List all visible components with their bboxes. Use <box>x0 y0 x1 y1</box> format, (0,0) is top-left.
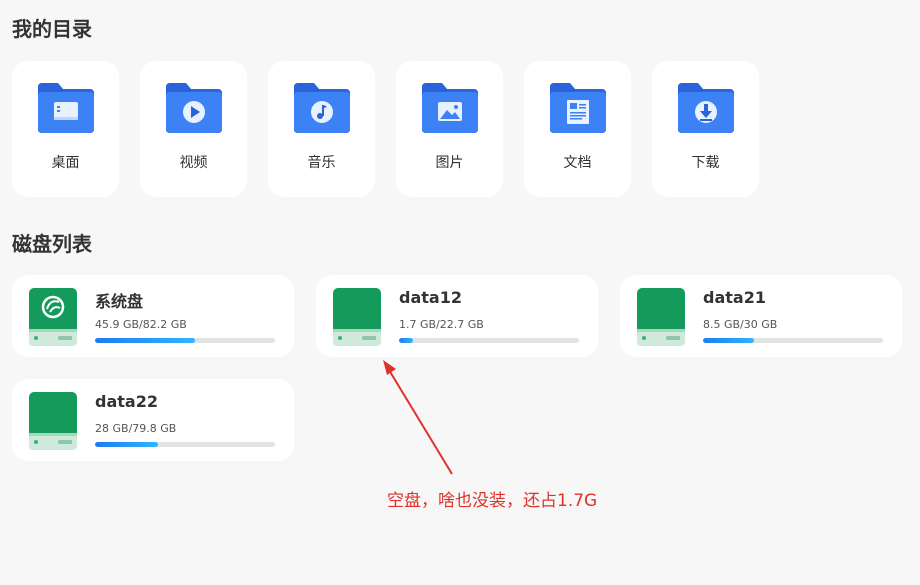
disk-usage-fill <box>399 338 413 343</box>
system-disk-icon <box>29 288 77 346</box>
dir-label: 下载 <box>691 155 720 171</box>
dir-card-video[interactable]: 视频 <box>140 61 247 197</box>
disk-name: 系统盘 <box>95 292 144 311</box>
disk-card-system[interactable]: 系统盘 45.9 GB/82.2 GB <box>12 275 294 357</box>
disk-usage: 8.5 GB/30 GB <box>703 318 778 331</box>
hard-drive-icon <box>29 392 77 450</box>
disk-usage-bar <box>703 338 883 343</box>
dir-label: 桌面 <box>51 155 80 171</box>
disk-usage-bar <box>95 338 275 343</box>
disk-name: data21 <box>703 288 766 307</box>
directories-title: 我的目录 <box>12 17 92 41</box>
disk-usage-fill <box>703 338 754 343</box>
pictures-folder-icon <box>421 83 478 133</box>
video-folder-icon <box>165 83 222 133</box>
desktop-folder-icon <box>37 83 94 133</box>
disks-title: 磁盘列表 <box>12 232 92 256</box>
dir-card-documents[interactable]: 文档 <box>524 61 631 197</box>
directory-grid: 桌面 视频 音乐 图片 文档 下载 <box>12 61 759 197</box>
hard-drive-icon <box>333 288 381 346</box>
dir-label: 图片 <box>435 155 464 171</box>
disk-card-data22[interactable]: data22 28 GB/79.8 GB <box>12 379 294 461</box>
disk-card-data12[interactable]: data12 1.7 GB/22.7 GB <box>316 275 598 357</box>
disk-usage-fill <box>95 442 159 447</box>
disk-usage: 45.9 GB/82.2 GB <box>95 318 187 331</box>
dir-card-pictures[interactable]: 图片 <box>396 61 503 197</box>
disk-usage-fill <box>95 338 196 343</box>
dir-label: 文档 <box>563 155 592 171</box>
downloads-folder-icon <box>677 83 734 133</box>
annotation-text: 空盘，啥也没装，还占1.7G <box>387 491 598 511</box>
documents-folder-icon <box>549 83 606 133</box>
hard-drive-icon <box>637 288 685 346</box>
disk-usage: 28 GB/79.8 GB <box>95 422 177 435</box>
music-folder-icon <box>293 83 350 133</box>
disk-name: data22 <box>95 392 158 411</box>
dir-card-desktop[interactable]: 桌面 <box>12 61 119 197</box>
disk-usage: 1.7 GB/22.7 GB <box>399 318 484 331</box>
dir-card-music[interactable]: 音乐 <box>268 61 375 197</box>
disk-name: data12 <box>399 288 462 307</box>
disk-usage-bar <box>95 442 275 447</box>
dir-card-downloads[interactable]: 下载 <box>652 61 759 197</box>
dir-label: 视频 <box>179 155 208 171</box>
disk-card-data21[interactable]: data21 8.5 GB/30 GB <box>620 275 902 357</box>
dir-label: 音乐 <box>307 155 336 171</box>
disk-usage-bar <box>399 338 579 343</box>
